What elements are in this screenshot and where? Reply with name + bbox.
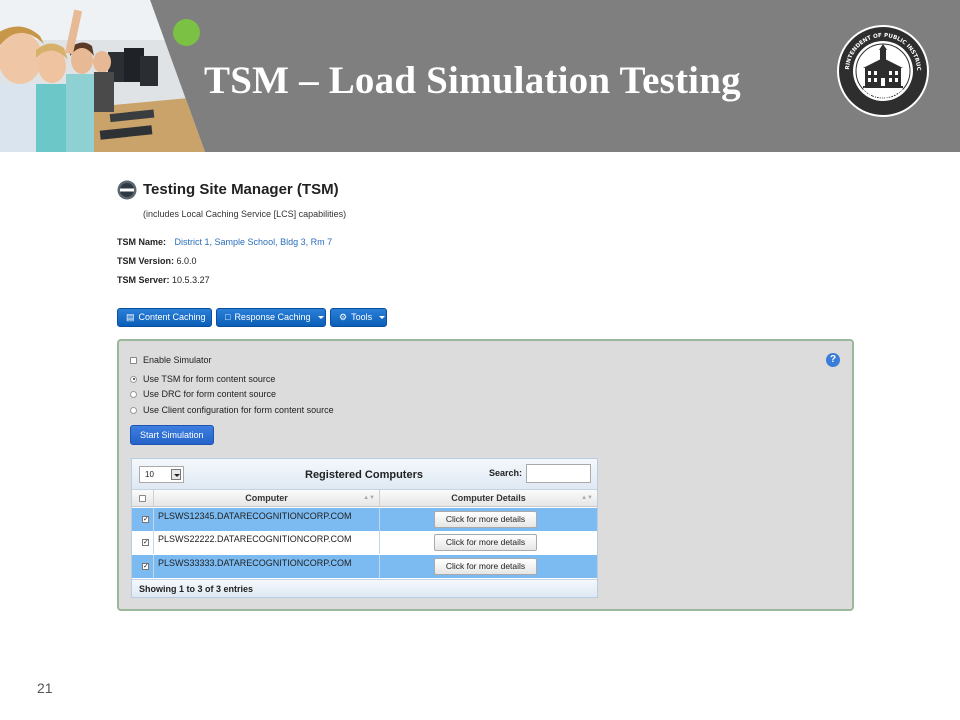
column-divider: [379, 555, 380, 578]
chevron-down-icon: [379, 316, 386, 319]
help-icon[interactable]: ?: [826, 353, 840, 367]
slide-number: 21: [37, 680, 53, 696]
tools-button[interactable]: ⚙ Tools: [330, 308, 387, 327]
source-option-tsm[interactable]: Use TSM for form content source: [130, 374, 275, 384]
ospi-seal-logo: SUPERINTENDENT OF PUBLIC INSTRUCTION WAS…: [836, 24, 929, 117]
source-option-label: Use Client configuration for form conten…: [143, 405, 334, 415]
select-all-checkbox[interactable]: [139, 495, 146, 502]
accent-dot: [173, 19, 200, 46]
response-caching-button[interactable]: □ Response Caching: [216, 308, 326, 327]
column-divider: [153, 555, 154, 578]
tsm-version-label: TSM Version:: [117, 256, 175, 266]
tsm-title: Testing Site Manager (TSM): [143, 181, 339, 198]
list-icon: ▤: [126, 312, 135, 322]
content-caching-button[interactable]: ▤ Content Caching: [117, 308, 212, 327]
row-checkbox[interactable]: ✓: [142, 516, 149, 523]
search-label: Search:: [489, 468, 523, 478]
details-button[interactable]: Click for more details: [434, 534, 537, 551]
details-button[interactable]: Click for more details: [434, 558, 537, 575]
column-header-computer[interactable]: Computer ▲▼: [154, 490, 380, 507]
gear-icon: ⚙: [339, 312, 348, 322]
row-checkbox[interactable]: ✓: [142, 563, 149, 570]
table-header-bar: 10 Registered Computers Search:: [132, 459, 597, 490]
table-row[interactable]: ✓ PLSWS12345.DATARECOGNITIONCORP.COM Cli…: [132, 508, 597, 531]
computer-name: PLSWS22222.DATARECOGNITIONCORP.COM: [158, 534, 352, 544]
computer-name: PLSWS33333.DATARECOGNITIONCORP.COM: [158, 558, 352, 568]
tsm-server-value: 10.5.3.27: [172, 275, 210, 285]
header-banner: TSM – Load Simulation Testing SUPERINTEN…: [0, 0, 960, 152]
tsm-server-row: TSM Server: 10.5.3.27: [117, 275, 210, 285]
insight-logo-icon: [117, 180, 137, 200]
column-divider: [153, 531, 154, 554]
simulator-panel: ? Enable Simulator Use TSM for form cont…: [117, 339, 854, 611]
column-divider: [379, 508, 380, 531]
radio-client[interactable]: [130, 406, 137, 414]
tsm-subtitle: (includes Local Caching Service [LCS] ca…: [143, 209, 347, 219]
source-option-drc[interactable]: Use DRC for form content source: [130, 389, 276, 399]
chevron-down-icon: [317, 316, 324, 319]
column-divider: [379, 531, 380, 554]
table-footer: Showing 1 to 3 of 3 entries: [132, 579, 597, 597]
sort-icon: ▲▼: [581, 495, 593, 501]
source-option-label: Use TSM for form content source: [143, 374, 276, 384]
tsm-server-label: TSM Server:: [117, 275, 170, 285]
chevron-down-icon: [171, 469, 181, 480]
column-divider: [153, 508, 154, 531]
response-caching-label: Response Caching: [234, 312, 311, 322]
start-simulation-button[interactable]: Start Simulation: [130, 425, 214, 445]
table-row[interactable]: ✓ PLSWS33333.DATARECOGNITIONCORP.COM Cli…: [132, 555, 597, 578]
page-length-select[interactable]: 10: [139, 466, 184, 483]
source-option-client[interactable]: Use Client configuration for form conten…: [130, 405, 334, 415]
tools-label: Tools: [351, 312, 373, 322]
enable-simulator-label: Enable Simulator: [143, 355, 212, 365]
radio-drc[interactable]: [130, 390, 137, 398]
row-checkbox[interactable]: ✓: [142, 539, 149, 546]
content-caching-label: Content Caching: [138, 312, 206, 322]
tsm-name-row: TSM Name: District 1, Sample School, Bld…: [117, 237, 332, 247]
tsm-name-link[interactable]: District 1, Sample School, Bldg 3, Rm 7: [175, 237, 333, 247]
tsm-version-value: 6.0.0: [176, 256, 197, 266]
computer-name: PLSWS12345.DATARECOGNITIONCORP.COM: [158, 511, 352, 521]
table-title: Registered Computers: [305, 469, 423, 481]
column-header-label: Computer Details: [451, 493, 526, 503]
table-info-text: Showing 1 to 3 of 3 entries: [139, 584, 254, 594]
page-length-value: 10: [145, 470, 154, 479]
table-row[interactable]: ✓ PLSWS22222.DATARECOGNITIONCORP.COM Cli…: [132, 531, 597, 554]
tsm-name-label: TSM Name:: [117, 237, 167, 247]
enable-simulator-option[interactable]: Enable Simulator: [130, 355, 212, 365]
tsm-version-row: TSM Version: 6.0.0: [117, 256, 197, 266]
column-header-details[interactable]: Computer Details ▲▼: [380, 490, 597, 507]
column-header-label: Computer: [245, 493, 288, 503]
select-all-header[interactable]: [132, 490, 154, 507]
details-button[interactable]: Click for more details: [434, 511, 537, 528]
radio-tsm[interactable]: [130, 375, 137, 383]
enable-simulator-checkbox[interactable]: [130, 356, 137, 364]
sort-icon: ▲▼: [363, 495, 375, 501]
search-input[interactable]: [526, 464, 591, 483]
slide-title: TSM – Load Simulation Testing: [204, 59, 741, 102]
registered-computers-table: 10 Registered Computers Search: Computer…: [131, 458, 598, 598]
source-option-label: Use DRC for form content source: [143, 389, 277, 399]
document-icon: □: [225, 312, 231, 322]
